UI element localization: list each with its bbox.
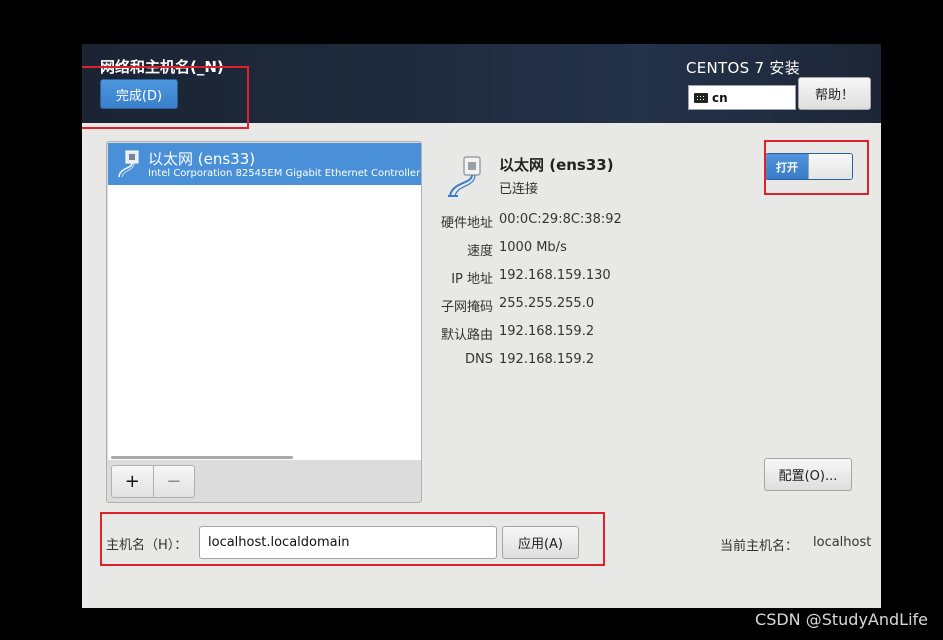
hw-address-value: 00:0C:29:8C:38:92 xyxy=(499,212,622,227)
default-route-label: 默认路由 xyxy=(440,328,493,343)
speed-label: 速度 xyxy=(466,244,493,259)
add-device-button[interactable]: + xyxy=(112,466,154,497)
network-hostname-window: 网络和主机名(_N) 完成(D) CENTOS 7 安装 cn 帮助！ 以太网 … xyxy=(82,44,881,608)
help-button[interactable]: 帮助！ xyxy=(798,77,871,110)
ip-address-value: 192.168.159.130 xyxy=(499,268,611,283)
done-button[interactable]: 完成(D) xyxy=(100,79,178,109)
network-wired-icon xyxy=(448,156,481,197)
apply-hostname-button[interactable]: 应用(A) xyxy=(502,526,579,559)
keyboard-icon xyxy=(694,92,708,103)
device-list-panel: 以太网 (ens33) Intel Corporation 82545EM Gi… xyxy=(106,141,422,503)
speed-value: 1000 Mb/s xyxy=(499,240,567,255)
hostname-label: 主机名（H）： xyxy=(106,538,188,553)
spoke-title: 网络和主机名(_N) xyxy=(100,58,224,76)
current-hostname-value: localhost xyxy=(813,535,872,550)
product-title: CENTOS 7 安装 xyxy=(685,59,800,77)
subnet-mask-value: 255.255.255.0 xyxy=(499,296,595,311)
current-hostname-label: 当前主机名： xyxy=(720,539,799,554)
toggle-on-label: 打开 xyxy=(766,154,808,179)
remove-device-button[interactable]: − xyxy=(154,466,195,497)
hostname-input[interactable] xyxy=(199,526,497,559)
dns-value: 192.168.159.2 xyxy=(499,352,595,367)
device-list-buttons: + − xyxy=(111,465,195,498)
configure-button[interactable]: 配置(O)... xyxy=(764,458,852,491)
device-list-item[interactable]: 以太网 (ens33) Intel Corporation 82545EM Gi… xyxy=(108,143,421,185)
device-list: 以太网 (ens33) Intel Corporation 82545EM Gi… xyxy=(108,143,421,460)
connection-toggle[interactable]: 打开 xyxy=(765,153,853,180)
device-detail-name: 以太网 (ens33) xyxy=(499,156,614,174)
watermark: CSDN @StudyAndLife xyxy=(755,610,928,629)
default-route-value: 192.168.159.2 xyxy=(499,324,595,339)
connection-status: 已连接 xyxy=(499,182,539,197)
keyboard-layout-label: cn xyxy=(712,90,728,105)
toggle-knob[interactable] xyxy=(808,154,852,179)
dns-label: DNS xyxy=(465,352,493,367)
device-name: 以太网 (ens33) xyxy=(148,150,256,168)
keyboard-layout-indicator[interactable]: cn xyxy=(688,85,796,110)
device-description: Intel Corporation 82545EM Gigabit Ethern… xyxy=(148,168,421,179)
subnet-mask-label: 子网掩码 xyxy=(440,300,493,315)
horizontal-scrollbar[interactable] xyxy=(111,456,293,459)
network-wired-icon xyxy=(118,150,139,178)
ip-address-label: IP 地址 xyxy=(451,272,493,287)
hw-address-label: 硬件地址 xyxy=(440,216,493,231)
header-bar: 网络和主机名(_N) 完成(D) CENTOS 7 安装 cn 帮助！ xyxy=(82,44,881,123)
